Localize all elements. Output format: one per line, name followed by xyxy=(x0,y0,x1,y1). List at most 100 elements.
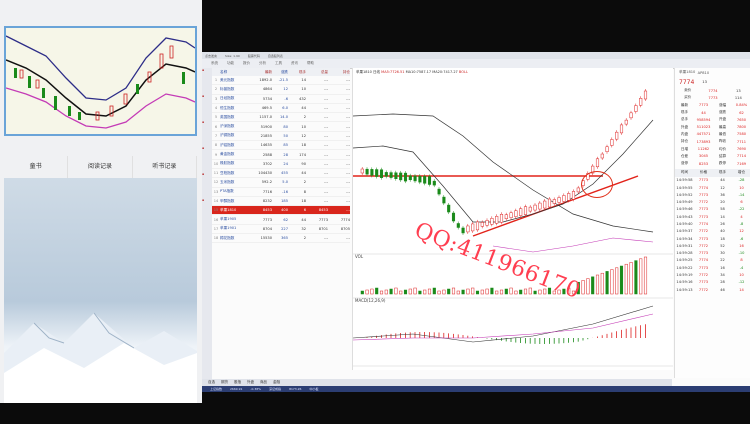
table-cell: 8704 xyxy=(262,226,272,231)
candle-body xyxy=(600,153,604,159)
menu-tools[interactable]: 工具 xyxy=(275,61,282,66)
table-row[interactable]: 13 PTA指数 7716 -16 8 --- --- xyxy=(212,188,350,197)
menu-analysis[interactable]: 分析 xyxy=(259,61,266,66)
table-cell: 8453 xyxy=(262,208,272,213)
table-cell: --- xyxy=(346,152,350,157)
tick-cell: 7772 xyxy=(698,229,709,234)
col-header: 总量 xyxy=(320,69,328,74)
quote-row: 涨停 8253 跌停 7169 xyxy=(675,160,750,167)
tab-listening-history[interactable]: 听书记录 xyxy=(133,156,197,178)
candle-body xyxy=(615,131,619,140)
menu-news[interactable]: 资讯 xyxy=(291,61,298,66)
menu-quote[interactable]: 报价 xyxy=(243,61,250,66)
quote-cell: 开盘 xyxy=(718,117,727,122)
table-cell: 185 xyxy=(281,199,288,203)
tab-futures[interactable]: 期货 xyxy=(221,380,228,385)
chart-thumbnail[interactable] xyxy=(4,26,197,136)
quote-cell: 0.84% xyxy=(735,103,748,108)
table-row[interactable]: 15 苹果1810 8453 400 6 8453 --- xyxy=(212,206,350,216)
tick-cell: 6 xyxy=(740,200,743,205)
quote-row: 卖价 7774 13 xyxy=(675,87,750,94)
menu-function[interactable]: 功能 xyxy=(227,61,234,66)
tick-row: 14:59:22 7773 16 -4 xyxy=(675,264,750,271)
quote-cell: 173893 xyxy=(696,139,711,144)
tick-cell: 14 xyxy=(739,287,744,292)
menu-help[interactable]: 帮助 xyxy=(307,61,314,66)
kline-chart[interactable]: 苹果1810 日线 MA5:7726.51 MA10:7587.17 MA20:… xyxy=(352,68,673,370)
tick-cell: 40 xyxy=(720,229,725,234)
candle-body xyxy=(533,204,537,211)
candle-body xyxy=(360,168,364,174)
tick-cell: 12 xyxy=(739,229,744,234)
tab-commodities[interactable]: 商品 xyxy=(260,380,267,385)
nav-item[interactable]: ▪ xyxy=(202,94,212,120)
menu-system[interactable]: 系统 xyxy=(211,61,218,66)
tab-financial[interactable]: 金融 xyxy=(273,380,280,385)
table-row[interactable]: 16 苹果1905 7773 62 44 7773 7774 xyxy=(212,215,350,225)
tab-books[interactable]: 童书 xyxy=(4,156,69,178)
title-item: Size: 1.90 xyxy=(225,53,240,58)
volume-bar xyxy=(600,272,604,295)
table-row[interactable]: 6 沪深指数 51900 80 10 --- --- xyxy=(212,122,350,132)
table-row[interactable]: 3 日经指数 5734 -6 432 --- --- xyxy=(212,95,350,104)
tab-watchlist[interactable]: 自选 xyxy=(208,380,215,385)
thumbnail-chart-icon xyxy=(5,35,196,129)
quote-cell: 7714 xyxy=(736,154,747,159)
table-row[interactable]: 14 甲醇指数 8232 185 18 --- --- xyxy=(212,197,350,207)
quote-code: AP810 xyxy=(697,70,710,75)
table-row[interactable]: 1 美元指数 1892.0 -21.5 14 --- --- xyxy=(212,76,350,86)
table-row[interactable]: 2 标普指数 4864 12 10 --- --- xyxy=(212,85,350,95)
tab-reading-history[interactable]: 阅读记录 xyxy=(68,156,133,178)
ma10-label: MA10:7587.17 xyxy=(405,70,432,74)
volume-bar xyxy=(456,290,460,295)
tick-cell: 7772 xyxy=(698,287,709,292)
table-cell: 14635 xyxy=(260,143,272,148)
tick-cell: 14:59:31 xyxy=(676,243,693,248)
tab-index-futures[interactable]: 股指 xyxy=(234,380,241,385)
table-cell: 12 xyxy=(283,87,288,92)
nav-item[interactable]: ▪ xyxy=(202,120,212,146)
tick-cell: 16 xyxy=(739,243,744,248)
table-cell: 13 xyxy=(213,189,219,194)
table-row[interactable]: 10 橡胶指数 3702 24 90 --- --- xyxy=(212,160,350,169)
table-cell: --- xyxy=(346,143,350,148)
table-cell: --- xyxy=(324,133,328,138)
candle-body xyxy=(480,222,484,227)
tick-cell: 14:59:58 xyxy=(676,178,693,183)
nav-item[interactable]: ▪ xyxy=(202,172,212,198)
nav-item[interactable]: ▪ xyxy=(202,198,212,224)
table-cell: 日经指数 xyxy=(220,96,235,101)
table-row[interactable]: 17 苹果1901 8704 227 32 8701 8705 xyxy=(212,225,350,235)
table-row[interactable]: 4 恒生指数 469.5 6.0 44 --- --- xyxy=(212,104,350,114)
table-row[interactable]: 7 沪铜指数 21855 50 12 --- --- xyxy=(212,132,350,142)
quote-cell: 7711 xyxy=(736,139,747,144)
status-item: 8173.26 xyxy=(289,387,302,391)
table-cell: 1 xyxy=(214,78,218,83)
quote-cell: 涨跌 xyxy=(718,110,727,115)
table-row[interactable]: 5 英国指数 1157.0 14.0 2 --- --- xyxy=(212,113,350,123)
table-row[interactable]: 9 黄金指数 2588 28 174 --- --- xyxy=(212,150,350,160)
candle-body xyxy=(447,204,451,213)
volume-bar xyxy=(418,290,422,295)
table-row[interactable]: 8 沪铝指数 14635 85 18 --- --- xyxy=(212,141,350,151)
tick-cell: 14:59:52 xyxy=(676,192,693,197)
candle-body xyxy=(495,216,499,224)
table-row[interactable]: 11 豆粕指数 104430 455 44 --- --- xyxy=(212,169,350,179)
tick-cell: 14:59:55 xyxy=(676,185,693,190)
table-row[interactable]: 18 棉花指数 15530 365 2 --- --- xyxy=(212,234,350,244)
tab-foreign[interactable]: 外盘 xyxy=(247,380,254,385)
tick-row: 14:59:40 7774 26 -8 xyxy=(675,220,750,227)
quote-row: 外盘 511023 最高 7800 xyxy=(675,123,750,130)
candle-body xyxy=(624,119,628,125)
tick-row: 14:59:16 7773 28 -12 xyxy=(675,279,750,286)
table-row[interactable]: 12 玉米指数 592.2 5.0 2 --- --- xyxy=(212,178,350,188)
nav-item[interactable]: ▪ xyxy=(202,68,212,94)
table-cell: 美元指数 xyxy=(220,77,235,82)
table-cell: 英国指数 xyxy=(220,114,235,119)
nav-item[interactable]: ▪ xyxy=(202,146,212,172)
table-cell: --- xyxy=(324,199,328,203)
tick-cell: 7772 xyxy=(698,200,709,205)
table-cell: --- xyxy=(346,124,350,129)
status-item: 2669.91 xyxy=(230,387,243,391)
table-cell: 9 xyxy=(214,152,218,157)
